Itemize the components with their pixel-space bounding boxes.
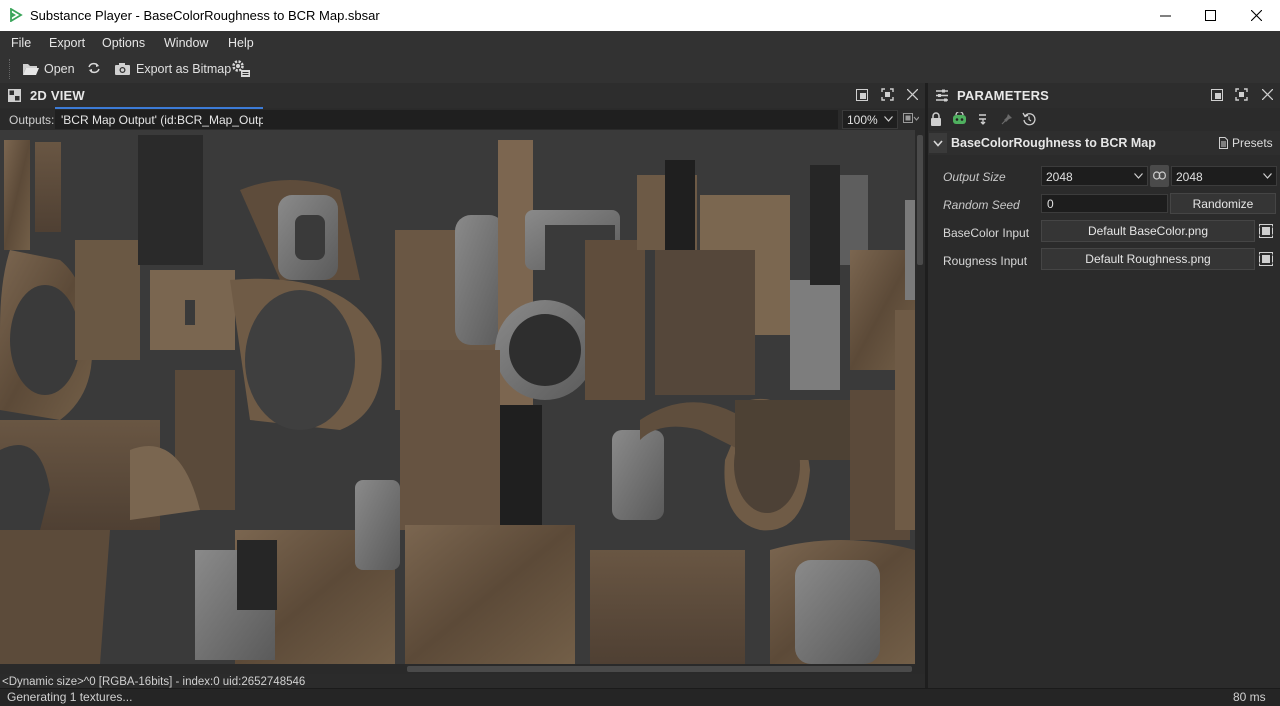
texture-map-image	[0, 130, 915, 664]
menu-options[interactable]: Options	[102, 36, 145, 50]
output-size-width-select[interactable]: 2048	[1041, 166, 1148, 186]
history-icon[interactable]	[1022, 112, 1036, 126]
float-panel-icon[interactable]	[1211, 89, 1223, 101]
image-browse-icon[interactable]	[1259, 224, 1273, 238]
texture-canvas[interactable]	[0, 130, 915, 664]
menu-help[interactable]: Help	[228, 36, 254, 50]
maximize-panel-icon[interactable]	[881, 88, 894, 101]
maximize-button[interactable]	[1187, 0, 1233, 31]
active-output-indicator	[55, 107, 263, 109]
substance-app-icon	[10, 8, 23, 22]
status-render-time: 80 ms	[1233, 690, 1266, 704]
minimize-button[interactable]	[1142, 0, 1188, 31]
zoom-select[interactable]: 100%	[842, 110, 898, 129]
view2d-panel-icon	[8, 89, 21, 102]
roughness-input-label: Rougness Input	[943, 254, 1028, 268]
maximize-panel-icon[interactable]	[1235, 88, 1248, 101]
random-seed-icon[interactable]	[952, 112, 967, 126]
presets-label: Presets	[1232, 136, 1273, 150]
folder-icon	[23, 64, 39, 75]
menu-file[interactable]: File	[11, 36, 31, 50]
horizontal-scroll-thumb[interactable]	[407, 666, 912, 672]
output-size-height-select[interactable]: 2048	[1171, 166, 1277, 186]
view-options-icon[interactable]	[903, 112, 919, 126]
view2d-header	[0, 83, 926, 108]
presets-button[interactable]: Presets	[1219, 136, 1273, 150]
close-panel-icon[interactable]	[907, 89, 918, 100]
chevron-down-icon	[1134, 173, 1143, 179]
export-as-bitmap-button[interactable]: Export as Bitmap	[114, 60, 231, 78]
settings-gear-icon[interactable]	[229, 57, 251, 79]
minimize-icon	[1159, 15, 1171, 17]
random-seed-value: 0	[1047, 197, 1054, 211]
chevron-down-icon	[933, 140, 943, 147]
status-bar	[0, 688, 1280, 706]
random-seed-input[interactable]: 0	[1041, 194, 1168, 213]
roughness-input-button[interactable]: Default Roughness.png	[1041, 248, 1255, 270]
outputs-select-value: 'BCR Map Output' (id:BCR_Map_Output)	[61, 113, 280, 127]
reset-parameters-icon[interactable]	[977, 113, 989, 125]
outputs-label: Outputs:	[9, 113, 55, 127]
status-message: Generating 1 textures...	[7, 690, 133, 704]
basecolor-input-label: BaseColor Input	[943, 226, 1030, 240]
outputs-empty-area	[263, 110, 838, 129]
parameters-title: PARAMETERS	[957, 88, 1050, 103]
output-size-width-value: 2048	[1046, 170, 1073, 184]
reload-icon[interactable]	[87, 61, 101, 75]
menu-export[interactable]: Export	[49, 36, 85, 50]
image-browse-icon[interactable]	[1259, 252, 1273, 266]
link-size-toggle[interactable]	[1150, 165, 1169, 187]
pin-icon[interactable]	[1001, 113, 1013, 125]
export-as-bitmap-label: Export as Bitmap	[136, 62, 232, 76]
texture-info-line: <Dynamic size>^0 [RGBA-16bits] - index:0…	[2, 676, 306, 688]
lock-icon[interactable]	[930, 112, 942, 126]
chevron-down-icon	[884, 116, 893, 122]
close-icon	[1250, 10, 1262, 21]
output-size-label: Output Size	[943, 170, 1006, 184]
chevron-down-icon	[1263, 173, 1272, 179]
parameter-group-title: BaseColorRoughness to BCR Map	[951, 136, 1156, 150]
menu-window[interactable]: Window	[164, 36, 208, 50]
parameters-panel-icon	[934, 88, 950, 103]
window-title: Substance Player - BaseColorRoughness to…	[30, 8, 380, 23]
random-seed-label: Random Seed	[943, 198, 1020, 212]
view2d-title: 2D VIEW	[30, 88, 85, 103]
float-panel-icon[interactable]	[856, 89, 868, 101]
document-icon	[1219, 137, 1228, 149]
randomize-button[interactable]: Randomize	[1170, 193, 1276, 214]
link-icon	[1153, 171, 1166, 180]
output-size-height-value: 2048	[1176, 170, 1203, 184]
vertical-scroll-thumb[interactable]	[917, 135, 923, 265]
collapse-toggle[interactable]	[929, 133, 947, 153]
toolbar-grip	[9, 59, 12, 79]
open-label: Open	[44, 62, 75, 76]
open-button[interactable]: Open	[22, 60, 75, 78]
camera-icon	[115, 63, 130, 75]
close-panel-icon[interactable]	[1262, 89, 1273, 100]
zoom-value: 100%	[847, 113, 878, 127]
outputs-select[interactable]: 'BCR Map Output' (id:BCR_Map_Output)	[55, 110, 279, 129]
maximize-icon	[1204, 10, 1216, 21]
basecolor-input-button[interactable]: Default BaseColor.png	[1041, 220, 1255, 242]
close-window-button[interactable]	[1233, 0, 1279, 31]
